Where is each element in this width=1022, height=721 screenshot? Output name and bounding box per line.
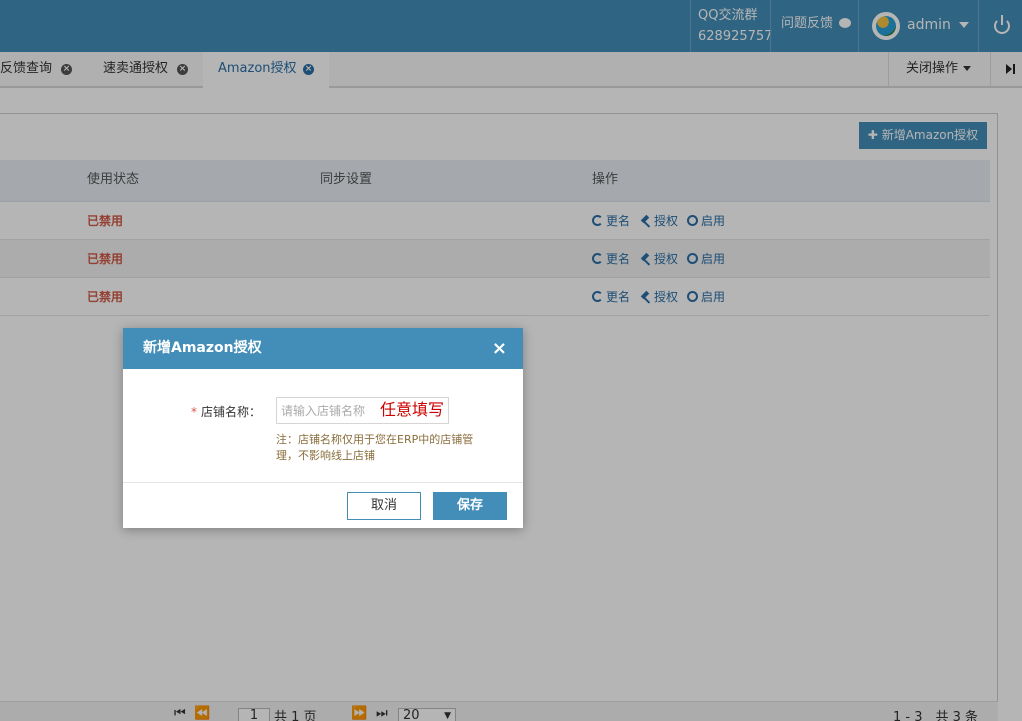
dialog-title: 新增Amazon授权 [143,340,262,356]
save-button[interactable]: 保存 [433,492,507,520]
cancel-button[interactable]: 取消 [347,492,421,520]
add-amazon-auth-dialog: 新增Amazon授权 × *店铺名称： 任意填写 注：店铺名称仅用于您在ERP中… [123,328,523,528]
close-icon[interactable]: × [492,328,507,369]
dialog-header: 新增Amazon授权 × [123,328,523,369]
store-name-note: 注：店铺名称仅用于您在ERP中的店铺管理，不影响线上店铺 [276,433,474,462]
dialog-body: *店铺名称： 任意填写 注：店铺名称仅用于您在ERP中的店铺管理，不影响线上店铺 [123,369,523,483]
annotation-text: 任意填写 [380,400,445,419]
required-mark: * [191,405,197,419]
store-name-label: * 店铺名称： [191,405,262,419]
